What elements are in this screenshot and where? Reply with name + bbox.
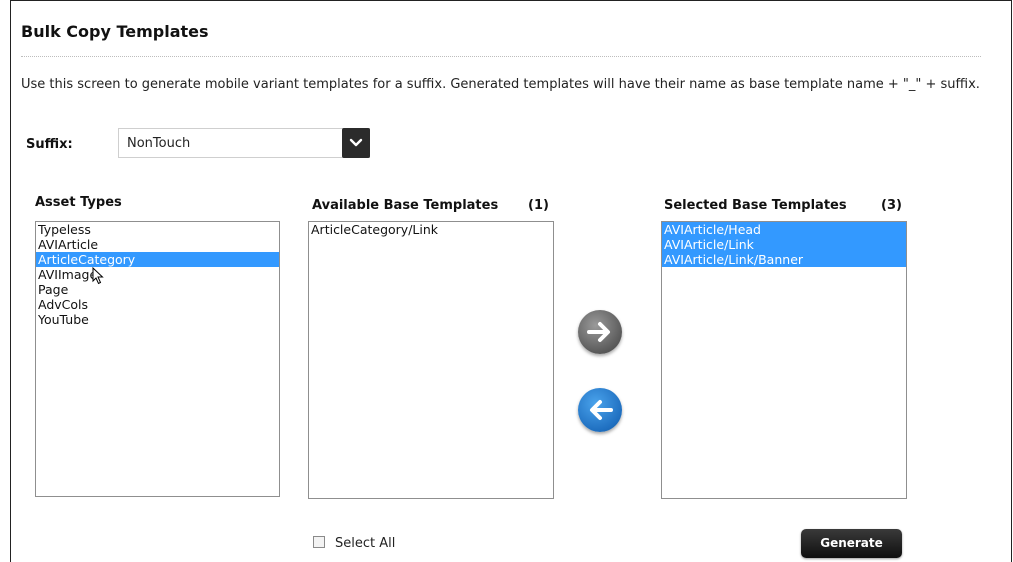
generate-button[interactable]: Generate [801, 529, 902, 558]
list-item[interactable]: AdvCols [36, 297, 279, 312]
list-item[interactable]: AVIArticle/Head [662, 222, 906, 237]
selected-templates-list[interactable]: AVIArticle/Head AVIArticle/Link AVIArticle… [661, 221, 907, 499]
page-title: Bulk Copy Templates [21, 22, 209, 41]
list-item[interactable]: AVIArticle [36, 237, 279, 252]
list-item[interactable]: AVIImage [36, 267, 279, 282]
available-templates-list[interactable]: ArticleCategory/Link [308, 221, 554, 499]
suffix-value: NonTouch [127, 136, 191, 151]
list-item[interactable]: YouTube [36, 312, 279, 327]
asset-types-header: Asset Types [35, 195, 122, 210]
list-item[interactable]: Typeless [36, 222, 279, 237]
suffix-select[interactable]: NonTouch [118, 128, 370, 158]
page-description: Use this screen to generate mobile varia… [21, 77, 980, 92]
arrow-right-icon [587, 322, 610, 342]
list-item[interactable]: ArticleCategory [36, 252, 279, 267]
select-all-label[interactable]: Select All [335, 536, 395, 551]
list-item[interactable]: AVIArticle/Link [662, 237, 906, 252]
list-item[interactable]: ArticleCategory/Link [309, 222, 553, 237]
list-item[interactable]: Page [36, 282, 279, 297]
available-templates-count: (1) [528, 198, 549, 213]
title-divider [21, 56, 981, 57]
chevron-down-icon[interactable] [342, 128, 370, 158]
selected-templates-count: (3) [881, 198, 902, 213]
available-templates-header: Available Base Templates [312, 198, 499, 213]
selected-templates-header: Selected Base Templates [664, 198, 847, 213]
select-all-checkbox[interactable] [313, 536, 325, 548]
list-item[interactable]: AVIArticle/Link/Banner [662, 252, 906, 267]
arrow-left-icon [590, 400, 613, 420]
suffix-label: Suffix: [26, 137, 73, 152]
asset-types-list[interactable]: Typeless AVIArticle ArticleCategory AVIImag… [35, 221, 280, 497]
move-right-button[interactable] [578, 310, 622, 354]
move-left-button[interactable] [578, 388, 622, 432]
mouse-cursor-icon [92, 267, 104, 285]
